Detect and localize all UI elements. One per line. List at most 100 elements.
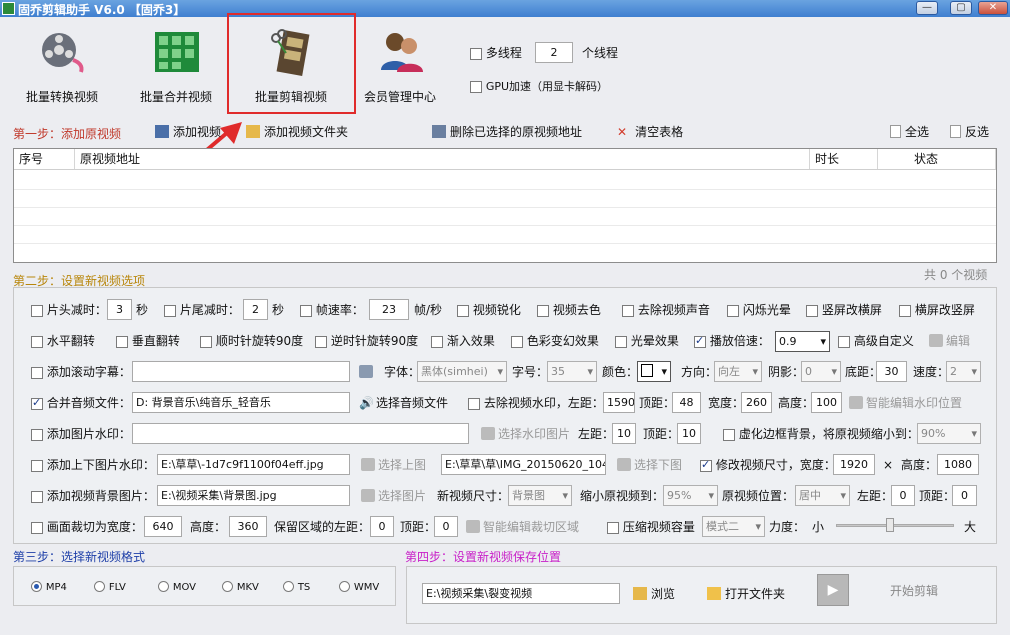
- format-mkv-option[interactable]: MKV: [222, 579, 259, 595]
- watermark-image-input[interactable]: [132, 423, 469, 444]
- hflip-checkbox[interactable]: [31, 335, 43, 348]
- tail-cut-option[interactable]: 片尾减时：: [164, 303, 240, 317]
- bottom-image-input[interactable]: E:\草草\草\IMG_20150620_104: [441, 454, 606, 475]
- close-button[interactable]: ✕: [978, 1, 1008, 15]
- head-cut-checkbox[interactable]: [31, 304, 43, 317]
- font-size-select[interactable]: 35: [547, 361, 597, 382]
- remove-audio-option[interactable]: 去除视频声音: [622, 303, 710, 317]
- open-folder-button[interactable]: 打开文件夹: [707, 587, 785, 601]
- batch-convert-button[interactable]: 批量转换视频: [3, 18, 121, 116]
- invert-selection-button[interactable]: 反选: [950, 125, 989, 139]
- choose-watermark-button[interactable]: 选择水印图片: [481, 427, 570, 441]
- direction-select[interactable]: 向左: [714, 361, 762, 382]
- halo-option[interactable]: 光晕效果: [615, 334, 679, 348]
- v2h-checkbox[interactable]: [806, 304, 818, 317]
- head-cut-option[interactable]: 片头减时：: [31, 303, 107, 317]
- video-table[interactable]: 序号 原视频地址 时长 状态: [13, 148, 997, 263]
- blur-bg-option[interactable]: 虚化边框背景，将原视频缩小到：: [723, 427, 919, 441]
- column-header-index[interactable]: 序号: [14, 149, 75, 169]
- top-bottom-watermark-option[interactable]: 添加上下图片水印：: [31, 458, 155, 472]
- compress-checkbox[interactable]: [607, 521, 619, 534]
- start-edit-icon[interactable]: ▶: [817, 574, 849, 606]
- format-mkv-radio[interactable]: [222, 581, 233, 592]
- top-image-input[interactable]: E:\草草\-1d7c9f1100f04eff.jpg: [157, 454, 350, 475]
- head-cut-input[interactable]: 3: [107, 299, 132, 320]
- member-center-button[interactable]: 会员管理中心: [341, 18, 459, 116]
- fade-in-checkbox[interactable]: [431, 335, 443, 348]
- compress-mode-select[interactable]: 模式二: [702, 516, 765, 537]
- batch-merge-button[interactable]: 批量合并视频: [117, 18, 235, 116]
- bg-image-option[interactable]: 添加视频背景图片：: [31, 489, 155, 503]
- wm-top-input[interactable]: 48: [672, 392, 701, 413]
- hflip-option[interactable]: 水平翻转: [31, 334, 95, 348]
- smart-watermark-button[interactable]: 智能编辑水印位置: [849, 396, 962, 410]
- choose-bg-image-button[interactable]: 选择图片: [361, 489, 426, 503]
- format-flv-option[interactable]: FLV: [94, 579, 126, 595]
- format-mp4-option[interactable]: MP4: [31, 579, 67, 595]
- multithread-option[interactable]: 多线程: [470, 46, 522, 60]
- remove-watermark-checkbox[interactable]: [468, 397, 480, 410]
- iwm-top-input[interactable]: 10: [677, 423, 701, 444]
- scroll-speed-select[interactable]: 2: [946, 361, 981, 382]
- browse-button[interactable]: 浏览: [633, 587, 675, 601]
- h2v-checkbox[interactable]: [899, 304, 911, 317]
- strength-slider[interactable]: [836, 524, 954, 527]
- merge-audio-option[interactable]: 合并音频文件：: [31, 396, 131, 410]
- image-watermark-checkbox[interactable]: [31, 428, 43, 441]
- position-select[interactable]: 居中: [795, 485, 850, 506]
- crop-width-input[interactable]: 640: [144, 516, 182, 537]
- start-edit-button[interactable]: 开始剪辑: [890, 584, 938, 598]
- image-watermark-option[interactable]: 添加图片水印：: [31, 427, 131, 441]
- thread-count-input[interactable]: 2: [535, 42, 573, 63]
- vflip-checkbox[interactable]: [116, 335, 128, 348]
- color-fx-checkbox[interactable]: [511, 335, 523, 348]
- v2h-option[interactable]: 竖屏改横屏: [806, 303, 882, 317]
- fps-checkbox[interactable]: [300, 304, 312, 317]
- remove-watermark-option[interactable]: 去除视频水印，左距：: [468, 396, 604, 410]
- wm-left-input[interactable]: 1590: [603, 392, 635, 413]
- crop-height-input[interactable]: 360: [229, 516, 267, 537]
- fade-in-option[interactable]: 渐入效果: [431, 334, 495, 348]
- rotate-ccw-option[interactable]: 逆时针旋转90度: [315, 334, 418, 348]
- format-ts-option[interactable]: TS: [283, 579, 310, 595]
- flash-checkbox[interactable]: [727, 304, 739, 317]
- format-flv-radio[interactable]: [94, 581, 105, 592]
- resize-checkbox[interactable]: [700, 458, 712, 472]
- decolor-option[interactable]: 视频去色: [537, 303, 601, 317]
- font-select[interactable]: 黑体(simhei): [417, 361, 507, 382]
- rotate-cw-checkbox[interactable]: [200, 335, 212, 348]
- save-path-input[interactable]: E:\视频采集\裂变视频: [422, 583, 620, 604]
- vflip-option[interactable]: 垂直翻转: [116, 334, 180, 348]
- tail-cut-input[interactable]: 2: [243, 299, 268, 320]
- column-header-status[interactable]: 状态: [878, 149, 996, 169]
- minimize-button[interactable]: —: [916, 1, 938, 15]
- merge-audio-checkbox[interactable]: [31, 396, 43, 410]
- edit-button[interactable]: 编辑: [929, 334, 970, 348]
- resize-option[interactable]: 修改视频尺寸，宽度：: [700, 458, 836, 472]
- add-folder-button[interactable]: 添加视频文件夹: [246, 125, 348, 139]
- color-fx-option[interactable]: 色彩变幻效果: [511, 334, 599, 348]
- decolor-checkbox[interactable]: [537, 304, 549, 317]
- format-mov-radio[interactable]: [158, 581, 169, 592]
- format-wmv-radio[interactable]: [339, 581, 350, 592]
- fps-input[interactable]: 23: [369, 299, 409, 320]
- speed-option[interactable]: 播放倍速：: [694, 334, 770, 348]
- strength-slider-thumb[interactable]: [886, 518, 894, 532]
- restore-button[interactable]: ▢: [950, 1, 972, 15]
- resize-width-input[interactable]: 1920: [833, 454, 875, 475]
- color-picker[interactable]: [637, 361, 671, 382]
- crop-checkbox[interactable]: [31, 521, 43, 534]
- audio-path-input[interactable]: D: 背景音乐\纯音乐_轻音乐: [132, 392, 350, 413]
- bg-image-checkbox[interactable]: [31, 490, 43, 503]
- crop-option[interactable]: 画面裁切为宽度：: [31, 520, 143, 534]
- subtitle-edit-icon[interactable]: [359, 365, 373, 378]
- subtitle-option[interactable]: 添加滚动字幕：: [31, 365, 131, 379]
- blur-scale-select[interactable]: 90%: [917, 423, 981, 444]
- add-video-button[interactable]: 添加视频: [155, 125, 221, 139]
- bottom-margin-input[interactable]: 30: [876, 361, 907, 382]
- clear-table-button[interactable]: ✕ 清空表格: [617, 125, 683, 139]
- rotate-cw-option[interactable]: 顺时针旋转90度: [200, 334, 303, 348]
- custom-checkbox[interactable]: [838, 335, 850, 348]
- smart-crop-button[interactable]: 智能编辑裁切区域: [466, 520, 579, 534]
- bg-left-input[interactable]: 0: [891, 485, 915, 506]
